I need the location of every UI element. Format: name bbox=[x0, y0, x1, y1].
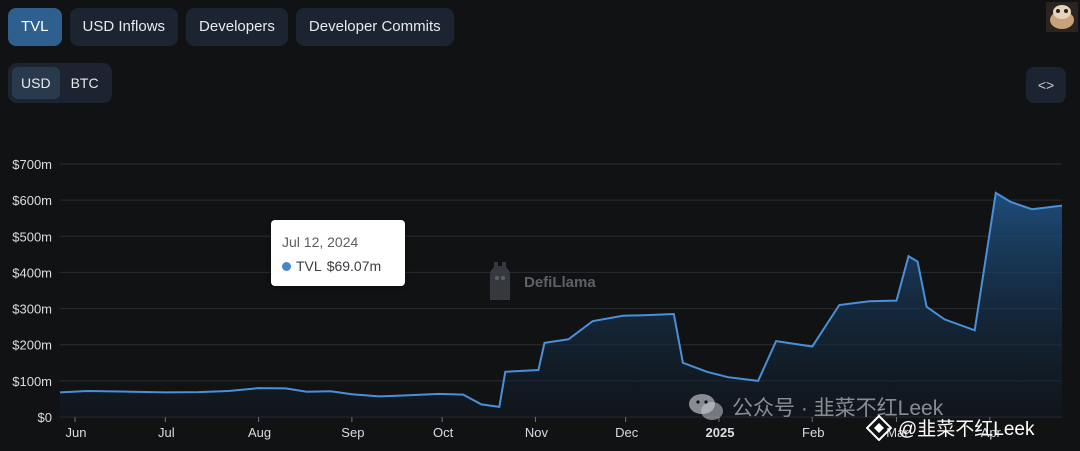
x-tick-label: Nov bbox=[525, 425, 549, 440]
tvl-chart: $0 $100m $200m $300m $400m $500m $600m $700m Ju… bbox=[12, 157, 1063, 440]
y-tick-label: $500m bbox=[12, 229, 52, 244]
watermark-text: DefiLlama bbox=[524, 273, 596, 291]
tooltip-row: TVL $69.07m bbox=[282, 258, 381, 274]
wechat-icon bbox=[689, 394, 723, 420]
chart-tooltip: Jul 12, 2024 TVL $69.07m bbox=[271, 220, 405, 286]
binance-diamond-icon bbox=[866, 414, 892, 441]
defillama-watermark: DefiLlama bbox=[482, 262, 596, 302]
y-tick-label: $400m bbox=[12, 265, 52, 280]
tooltip-series-name: TVL bbox=[296, 258, 322, 274]
x-tick-label: 2025 bbox=[706, 425, 735, 440]
x-tick-label: Aug bbox=[248, 425, 271, 440]
handle-text: @韭菜不红Leek bbox=[898, 419, 1035, 440]
x-tick-label: Feb bbox=[802, 425, 824, 440]
x-tick-label: Jun bbox=[66, 425, 87, 440]
series-color-dot bbox=[282, 261, 291, 271]
y-tick-label: $200m bbox=[12, 338, 52, 353]
y-tick-label: $0 bbox=[38, 410, 52, 425]
y-tick-label: $600m bbox=[12, 193, 52, 208]
y-tick-label: $700m bbox=[12, 157, 52, 172]
tooltip-value: $69.07m bbox=[326, 258, 382, 274]
y-tick-label: $100m bbox=[12, 374, 52, 389]
tvl-area bbox=[60, 192, 1062, 417]
x-tick-label: Dec bbox=[615, 425, 639, 440]
x-tick-label: Jul bbox=[158, 425, 175, 440]
tooltip-date: Jul 12, 2024 bbox=[282, 234, 359, 250]
x-tick-label: Oct bbox=[433, 425, 454, 440]
author-handle: @韭菜不红Leek bbox=[866, 414, 1035, 441]
defillama-logo-icon bbox=[490, 262, 510, 300]
y-tick-label: $300m bbox=[12, 302, 52, 317]
x-tick-label: Sep bbox=[341, 425, 364, 440]
